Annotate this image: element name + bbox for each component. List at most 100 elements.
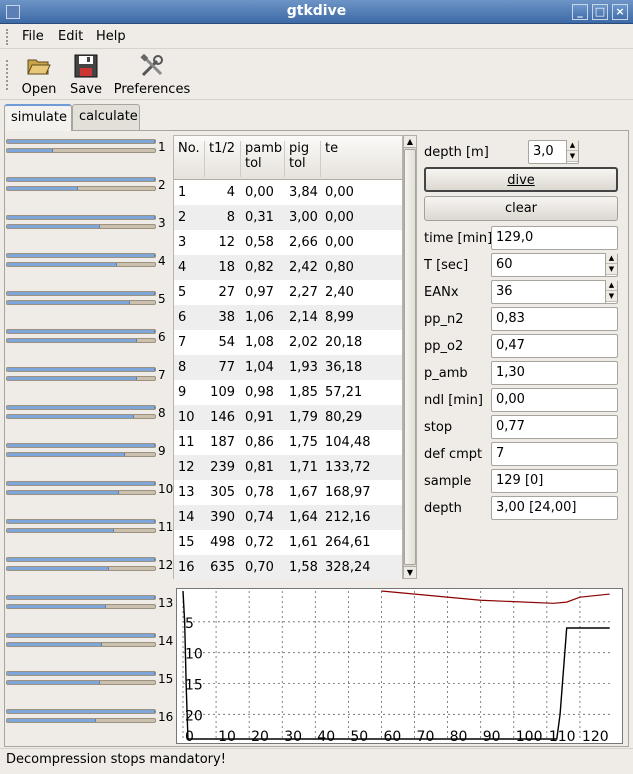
spin-down-icon[interactable]: ▼: [567, 151, 578, 162]
field-input[interactable]: 129,0: [491, 226, 618, 250]
field-input[interactable]: 0,47: [491, 334, 618, 358]
depth-setting-spin[interactable]: 3,0 ▲ ▼: [528, 140, 579, 164]
compartment-bar-13: 13: [6, 592, 174, 630]
table-header: No. t1/2 pamb tol pig tol te: [174, 136, 402, 180]
col-header-pig-tol[interactable]: pig tol: [285, 141, 321, 177]
field-input[interactable]: 0,83: [491, 307, 618, 331]
preferences-label: Preferences: [113, 82, 191, 97]
table-cell: 168,97: [325, 485, 371, 500]
field-input[interactable]: 0,00: [491, 388, 618, 412]
scroll-up-icon[interactable]: ▲: [404, 136, 416, 148]
bar-saturation: [6, 528, 156, 533]
dive-button-label: dive: [507, 173, 535, 188]
col-header-te[interactable]: te: [321, 141, 402, 177]
table-row[interactable]: 2 8 0,31 3,00 0,00: [174, 205, 402, 230]
bar-pressure-fill: [7, 292, 155, 295]
x-tick-label: 90: [483, 729, 501, 743]
maximize-icon[interactable]: □: [592, 4, 608, 20]
table-row[interactable]: 11 187 0,86 1,75 104,48: [174, 430, 402, 455]
table-cell: 14: [178, 510, 195, 525]
menu-file[interactable]: File: [22, 29, 44, 44]
field-input[interactable]: 3,00 [24,00]: [491, 496, 618, 520]
tab-simulate[interactable]: simulate: [4, 104, 72, 131]
spin-down-icon[interactable]: ▼: [606, 291, 617, 302]
field-input[interactable]: 60 ▲ ▼: [491, 253, 618, 277]
spin-up-icon[interactable]: ▲: [567, 140, 578, 151]
table-row[interactable]: 15 498 0,72 1,61 264,61: [174, 530, 402, 555]
compartment-number: 3: [158, 216, 166, 230]
table-cell: 12: [178, 460, 195, 475]
menu-edit[interactable]: Edit: [58, 29, 83, 44]
field-input[interactable]: 1,30: [491, 361, 618, 385]
table-cell: 0,97: [245, 285, 274, 300]
table-row[interactable]: 10 146 0,91 1,79 80,29: [174, 405, 402, 430]
field-input[interactable]: 36 ▲ ▼: [491, 280, 618, 304]
minimize-icon[interactable]: _: [572, 4, 588, 20]
table-row[interactable]: 14 390 0,74 1,64 212,16: [174, 505, 402, 530]
spin-buttons[interactable]: ▲ ▼: [605, 253, 617, 277]
preferences-button[interactable]: Preferences: [112, 53, 192, 97]
field-label: stop: [424, 420, 453, 435]
table-cell: 3,00: [289, 210, 318, 225]
table-cell: 0,00: [325, 210, 354, 225]
compartment-number: 16: [158, 710, 174, 724]
spin-down-icon[interactable]: ▼: [606, 264, 617, 275]
table-row[interactable]: 13 305 0,78 1,67 168,97: [174, 480, 402, 505]
field-input[interactable]: 129 [0]: [491, 469, 618, 493]
menu-help[interactable]: Help: [96, 29, 126, 44]
field-label: sample: [424, 474, 472, 489]
table-cell: 0,98: [245, 385, 274, 400]
table-row[interactable]: 3 12 0,58 2,66 0,00: [174, 230, 402, 255]
col-header-halftime[interactable]: t1/2: [205, 141, 241, 177]
spin-buttons[interactable]: ▲ ▼: [605, 280, 617, 304]
table-cell: 27: [218, 285, 235, 300]
compartment-bar-3: 3: [6, 212, 174, 250]
table-cell: 133,72: [325, 460, 371, 475]
table-cell: 7: [178, 335, 187, 350]
field-label: T [sec]: [424, 258, 469, 273]
table-cell: 36,18: [325, 360, 363, 375]
bar-saturation: [6, 490, 156, 495]
open-button[interactable]: Open: [20, 54, 58, 97]
table-row[interactable]: 5 27 0,97 2,27 2,40: [174, 280, 402, 305]
table-row[interactable]: 1 4 0,00 3,84 0,00: [174, 180, 402, 205]
table-row[interactable]: 8 77 1,04 1,93 36,18: [174, 355, 402, 380]
col-header-no[interactable]: No.: [174, 141, 205, 177]
scroll-down-icon[interactable]: ▼: [404, 566, 416, 578]
table-cell: 0,81: [245, 460, 274, 475]
field-input[interactable]: 7: [491, 442, 618, 466]
x-tick-label: 40: [317, 729, 335, 743]
close-icon[interactable]: ×: [612, 4, 628, 20]
field-label: time [min]: [424, 231, 493, 246]
tab-calculate[interactable]: calculate: [72, 104, 140, 130]
table-cell: 1,67: [289, 485, 318, 500]
save-button[interactable]: Save: [68, 54, 104, 97]
spin-up-icon[interactable]: ▲: [606, 253, 617, 264]
bar-pressure: [6, 633, 156, 638]
table-cell: 239: [210, 460, 235, 475]
bar-pressure: [6, 329, 156, 334]
table-cell: 8: [226, 210, 235, 225]
clear-button[interactable]: clear: [424, 196, 618, 221]
spin-up-icon[interactable]: ▲: [606, 280, 617, 291]
table-row[interactable]: 12 239 0,81 1,71 133,72: [174, 455, 402, 480]
depth-spin-buttons[interactable]: ▲ ▼: [566, 140, 578, 164]
table-row[interactable]: 4 18 0,82 2,42 0,80: [174, 255, 402, 280]
table-cell: 2,66: [289, 235, 318, 250]
dive-button[interactable]: dive: [424, 167, 618, 192]
table-row[interactable]: 7 54 1,08 2,02 20,18: [174, 330, 402, 355]
bar-pressure-fill: [7, 672, 155, 675]
bar-pressure: [6, 405, 156, 410]
col-header-pamb-tol[interactable]: pamb tol: [241, 141, 285, 177]
table-row[interactable]: 6 38 1,06 2,14 8,99: [174, 305, 402, 330]
field-value: 36: [496, 284, 513, 299]
table-row[interactable]: 9 109 0,98 1,85 57,21: [174, 380, 402, 405]
scrollbar-thumb[interactable]: [404, 149, 416, 565]
table-row[interactable]: 16 635 0,70 1,58 328,24: [174, 555, 402, 580]
save-label: Save: [70, 82, 102, 97]
table-cell: 1,75: [289, 435, 318, 450]
field-input[interactable]: 0,77: [491, 415, 618, 439]
field-value: 0,77: [496, 419, 525, 434]
field-value: 0,83: [496, 311, 525, 326]
table-scrollbar[interactable]: ▲ ▼: [403, 135, 417, 579]
